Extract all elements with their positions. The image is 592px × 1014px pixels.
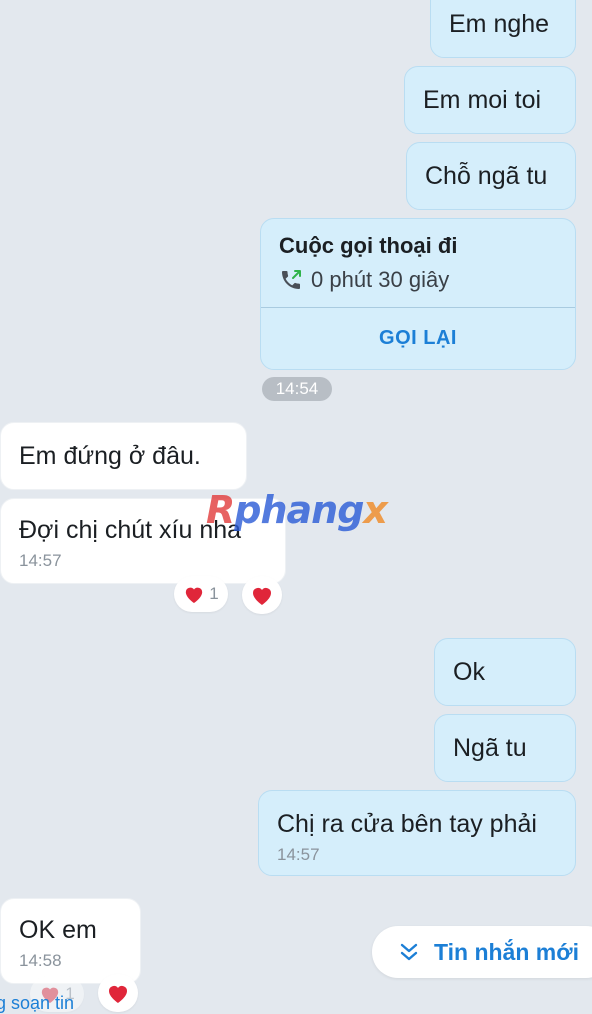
- message-text: Em đứng ở đâu.: [19, 442, 201, 470]
- message-text: Chỗ ngã tu: [425, 162, 548, 190]
- message-time: 14:58: [19, 951, 62, 970]
- message-bubble-outgoing[interactable]: Em moi toi: [404, 66, 576, 134]
- react-button[interactable]: [98, 974, 138, 1012]
- message-text: Em moi toi: [423, 86, 542, 114]
- reaction-summary[interactable]: 1: [174, 576, 228, 612]
- message-bubble-outgoing[interactable]: Chị ra cửa bên tay phải 14:57: [258, 790, 576, 876]
- react-button[interactable]: [242, 576, 282, 614]
- message-text: Chị ra cửa bên tay phải: [277, 810, 537, 838]
- new-messages-button[interactable]: Tin nhắn mới: [372, 926, 592, 978]
- message-text: Em nghe: [449, 10, 550, 38]
- watermark-logo: Rphangx: [206, 488, 388, 532]
- double-chevron-down-icon: [398, 941, 420, 963]
- message-text: OK em: [19, 916, 97, 944]
- heart-icon: [183, 584, 205, 604]
- new-messages-label: Tin nhắn mới: [434, 938, 579, 965]
- call-duration: 0 phút 30 giây: [311, 267, 450, 292]
- message-bubble-outgoing[interactable]: Em nghe: [430, 0, 576, 58]
- message-bubble-incoming[interactable]: Em đứng ở đâu.: [0, 422, 247, 490]
- message-bubble-incoming[interactable]: OK em 14:58: [0, 898, 141, 984]
- message-time: 14:57: [277, 845, 320, 864]
- watermark-part: x: [363, 488, 387, 532]
- typing-indicator: g soạn tin: [0, 993, 75, 1013]
- call-log-card[interactable]: Cuộc gọi thoại đi 0 phút 30 giây GỌI LẠI: [260, 218, 576, 370]
- message-time: 14:57: [19, 551, 62, 570]
- heart-icon: [250, 584, 274, 606]
- heart-icon: [106, 982, 130, 1004]
- call-title: Cuộc gọi thoại đi: [279, 233, 458, 258]
- message-text: Ngã tu: [453, 734, 527, 762]
- reaction-count: 1: [209, 584, 219, 603]
- watermark-part: R: [206, 488, 235, 532]
- outgoing-call-icon: [279, 268, 303, 292]
- time-separator: 14:54: [262, 377, 332, 401]
- message-bubble-outgoing[interactable]: Ngã tu: [434, 714, 576, 782]
- call-duration-row: 0 phút 30 giây: [279, 267, 449, 293]
- watermark-part: phang: [234, 488, 364, 532]
- message-bubble-outgoing[interactable]: Ok: [434, 638, 576, 706]
- message-bubble-outgoing[interactable]: Chỗ ngã tu: [406, 142, 576, 210]
- call-back-button[interactable]: GỌI LẠI: [261, 308, 575, 369]
- message-text: Ok: [453, 658, 485, 686]
